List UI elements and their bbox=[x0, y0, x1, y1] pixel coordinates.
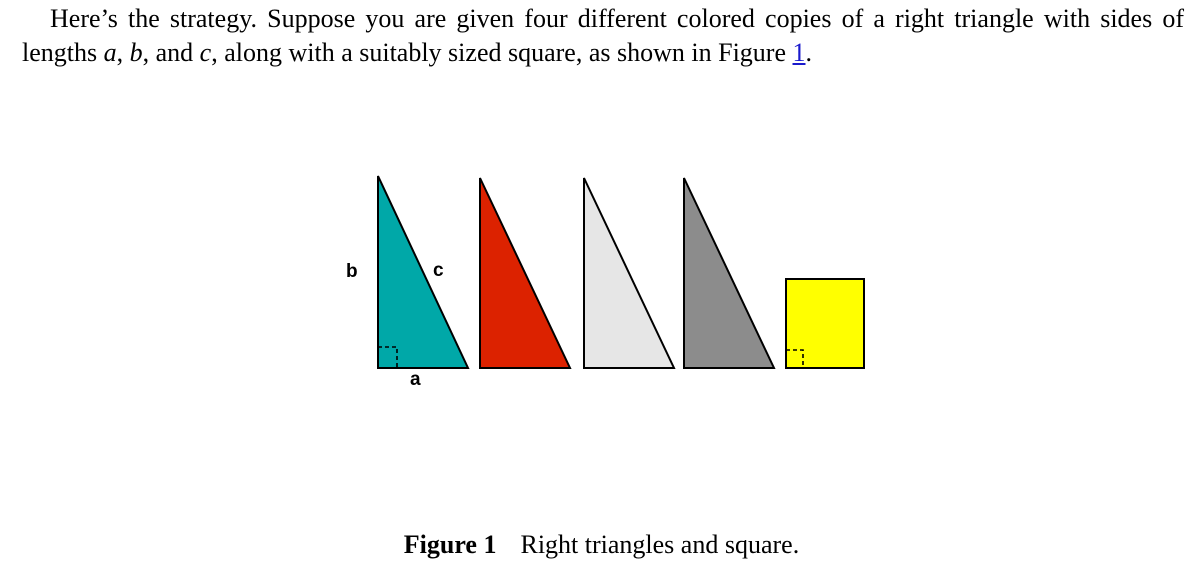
figure-reference-link[interactable]: 1 bbox=[793, 38, 806, 67]
body-paragraph: Here’s the strategy. Suppose you are giv… bbox=[22, 2, 1184, 70]
red-right-triangle bbox=[479, 177, 572, 369]
label-a: a bbox=[410, 369, 421, 390]
yellow-square bbox=[785, 278, 865, 369]
paragraph-text-end: . bbox=[805, 38, 813, 67]
paragraph-separator-2: , and bbox=[142, 38, 200, 67]
figure-illustration: b c a bbox=[346, 175, 865, 390]
teal-right-triangle bbox=[377, 175, 470, 369]
light-gray-right-triangle bbox=[583, 177, 676, 369]
variable-a: a bbox=[103, 38, 117, 67]
paragraph-separator-1: , bbox=[116, 38, 130, 67]
label-b: b bbox=[346, 261, 358, 282]
caption-text: Right triangles and square. bbox=[520, 530, 800, 559]
label-c: c bbox=[433, 260, 444, 281]
paragraph-text-mid: , along with a suitably sized square, as… bbox=[211, 38, 793, 67]
gray-right-triangle bbox=[683, 177, 776, 369]
caption-number: Figure 1 bbox=[403, 530, 497, 559]
figure-caption: Figure 1 Right triangles and square. bbox=[0, 528, 1203, 562]
variable-c: c bbox=[199, 38, 212, 67]
variable-b: b bbox=[129, 38, 143, 67]
figure-1: b c a bbox=[330, 160, 890, 400]
